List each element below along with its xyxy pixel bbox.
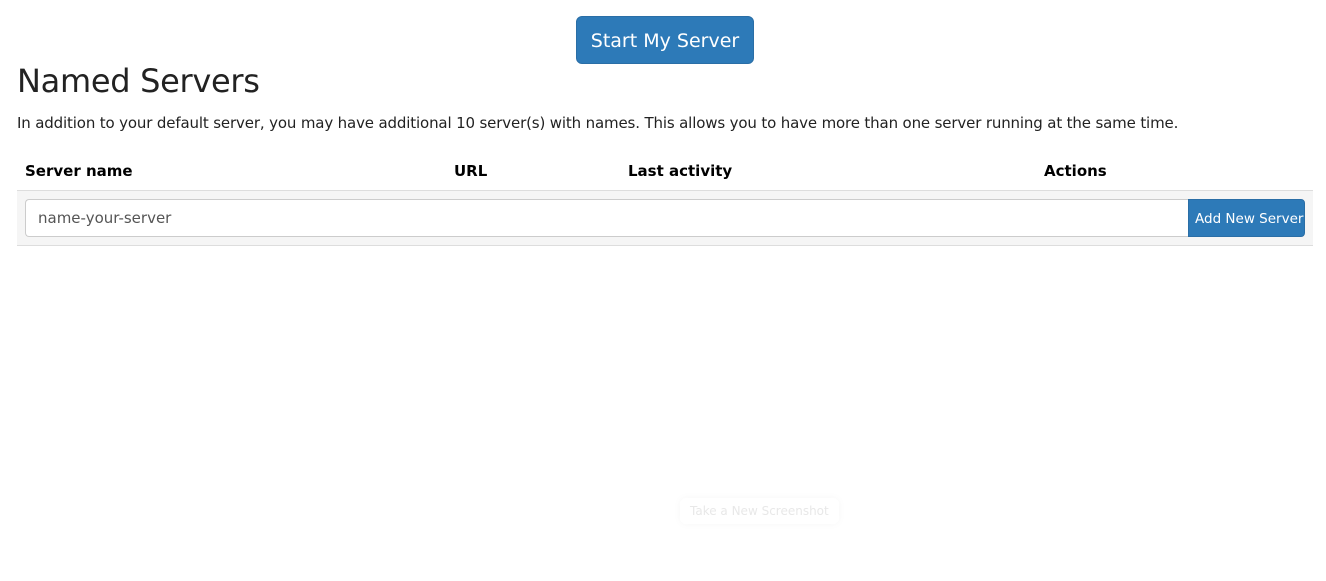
named-servers-table: Server name URL Last activity Actions Ad… xyxy=(17,152,1313,246)
section-description: In addition to your default server, you … xyxy=(17,114,1179,132)
column-header-last-activity: Last activity xyxy=(628,162,733,180)
new-server-row: Add New Server xyxy=(17,191,1313,246)
server-name-input[interactable] xyxy=(25,199,1189,237)
take-screenshot-hint[interactable]: Take a New Screenshot xyxy=(680,498,839,524)
page-title: Named Servers xyxy=(17,62,260,100)
table-header: Server name URL Last activity Actions xyxy=(17,152,1313,191)
column-header-url: URL xyxy=(454,162,488,180)
start-my-server-button[interactable]: Start My Server xyxy=(576,16,754,64)
column-header-actions: Actions xyxy=(1044,162,1107,180)
column-header-server-name: Server name xyxy=(25,162,133,180)
add-new-server-button[interactable]: Add New Server xyxy=(1188,199,1305,237)
page: Start My Server Named Servers In additio… xyxy=(0,0,1326,581)
